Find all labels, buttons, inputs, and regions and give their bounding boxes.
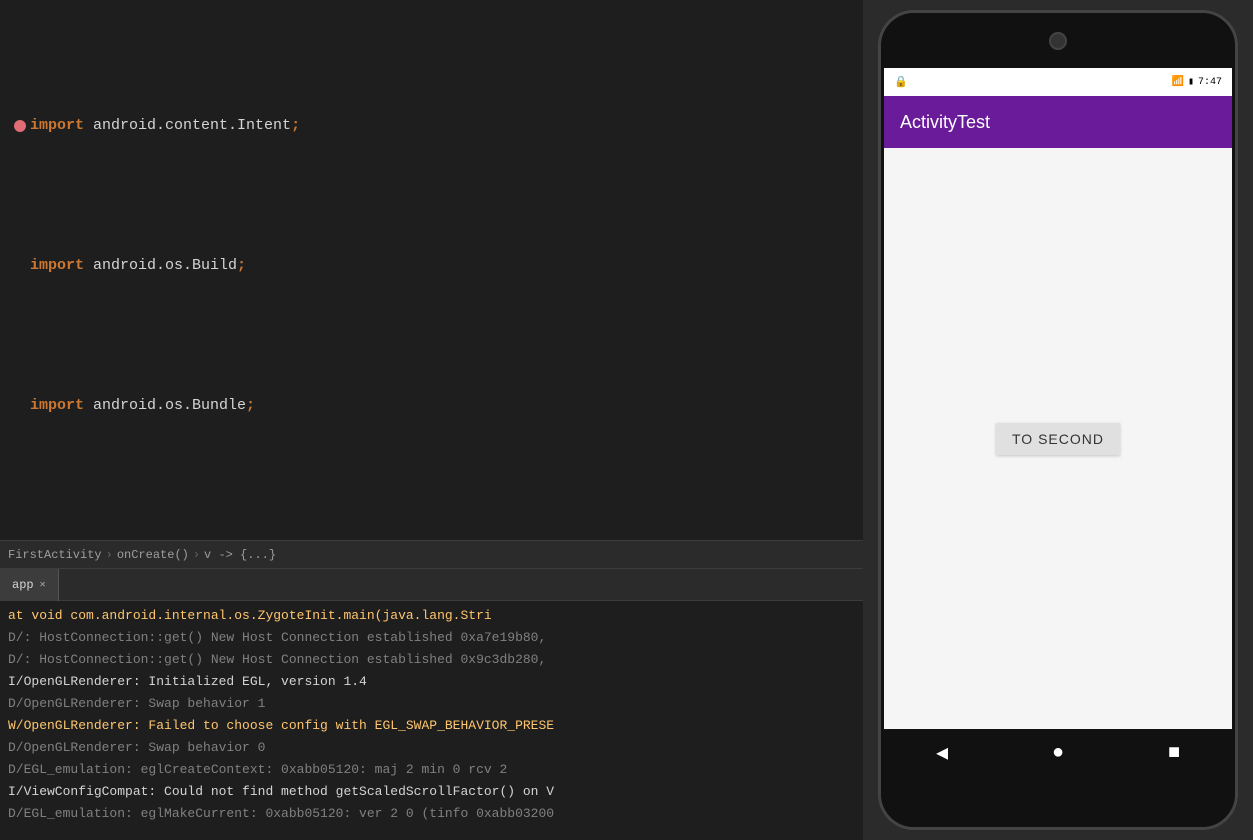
- log-line-7: D/EGL_emulation: eglCreateContext: 0xabb…: [8, 759, 855, 781]
- console-tab-label: app: [12, 578, 34, 592]
- phone-top-bar: [881, 13, 1235, 68]
- phone-camera: [1049, 32, 1067, 50]
- breadcrumb-sep-1: ›: [106, 548, 113, 562]
- phone-app-title: ActivityTest: [900, 112, 990, 133]
- nav-home-button[interactable]: ●: [1052, 742, 1064, 765]
- log-line-4: D/OpenGLRenderer: Swap behavior 1: [8, 693, 855, 715]
- phone-app-bar: ActivityTest: [884, 96, 1232, 148]
- phone-screen: 🔒 📶 ▮ 7:47 ActivityTest TO SECOND: [884, 68, 1232, 729]
- code-line-2: import android.os.Build;: [0, 252, 863, 280]
- breadcrumb-class: FirstActivity: [8, 548, 102, 562]
- phone-bottom-nav: ◀ ● ■: [884, 729, 1232, 777]
- breakpoint-1: [14, 120, 26, 132]
- nav-recents-button[interactable]: ■: [1168, 742, 1180, 765]
- console-tabs-bar: app ✕: [0, 569, 863, 601]
- code-line-1: import android.content.Intent;: [0, 112, 863, 140]
- console-tab-app[interactable]: app ✕: [0, 569, 59, 601]
- editor-panel: import android.content.Intent; import an…: [0, 0, 863, 840]
- code-content: import android.content.Intent; import an…: [0, 0, 863, 540]
- nav-back-button[interactable]: ◀: [936, 740, 948, 766]
- phone-bottom-bar: [881, 777, 1235, 827]
- phone-panel: 🔒 📶 ▮ 7:47 ActivityTest TO SECOND ◀ ● ■: [863, 0, 1253, 840]
- line-gutter-1: [8, 120, 26, 132]
- log-line-5: W/OpenGLRenderer: Failed to choose confi…: [8, 715, 855, 737]
- breadcrumb-method: onCreate(): [117, 548, 189, 562]
- console-tab-close[interactable]: ✕: [40, 579, 46, 591]
- log-line-3: I/OpenGLRenderer: Initialized EGL, versi…: [8, 671, 855, 693]
- console-content: at void com.android.internal.os.ZygoteIn…: [0, 601, 863, 840]
- log-line-0: at void com.android.internal.os.ZygoteIn…: [8, 605, 855, 627]
- to-second-button[interactable]: TO SECOND: [996, 423, 1120, 455]
- code-line-4: [0, 532, 863, 540]
- phone-time: 7:47: [1198, 77, 1222, 88]
- console-area: app ✕ at void com.android.internal.os.Zy…: [0, 568, 863, 840]
- code-area[interactable]: import android.content.Intent; import an…: [0, 0, 863, 540]
- breadcrumb-sep-2: ›: [193, 548, 200, 562]
- battery-icon: ▮: [1188, 76, 1194, 88]
- editor-status-bar: FirstActivity › onCreate() › v -> {...}: [0, 540, 863, 568]
- log-line-9: D/EGL_emulation: eglMakeCurrent: 0xabb05…: [8, 803, 855, 825]
- log-line-8: I/ViewConfigCompat: Could not find metho…: [8, 781, 855, 803]
- keyword-import: import: [30, 112, 93, 140]
- phone-device: 🔒 📶 ▮ 7:47 ActivityTest TO SECOND ◀ ● ■: [878, 10, 1238, 830]
- log-line-1: D/: HostConnection::get() New Host Conne…: [8, 627, 855, 649]
- phone-lock-icon: 🔒: [894, 75, 908, 89]
- wifi-icon: 📶: [1172, 76, 1184, 88]
- phone-status-icons: 📶 ▮ 7:47: [1172, 76, 1223, 88]
- phone-status-bar: 🔒 📶 ▮ 7:47: [884, 68, 1232, 96]
- code-line-3: import android.os.Bundle;: [0, 392, 863, 420]
- log-line-2: D/: HostConnection::get() New Host Conne…: [8, 649, 855, 671]
- phone-screen-content: TO SECOND: [884, 148, 1232, 729]
- log-line-6: D/OpenGLRenderer: Swap behavior 0: [8, 737, 855, 759]
- breadcrumb-lambda: v -> {...}: [204, 548, 276, 562]
